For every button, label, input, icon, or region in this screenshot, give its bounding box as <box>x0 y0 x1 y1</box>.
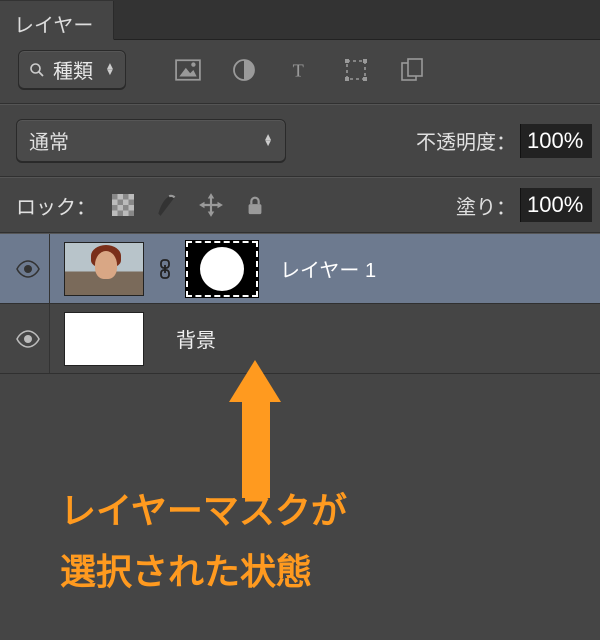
filter-row: 種類 ▲▼ T <box>0 40 600 104</box>
annotation-text: レイヤーマスクが 選択された状態 <box>60 480 560 602</box>
filter-shape-icon[interactable] <box>342 57 370 83</box>
filter-pixel-icon[interactable] <box>174 57 202 83</box>
filter-type-dropdown[interactable]: 種類 ▲▼ <box>18 50 126 89</box>
layer-row[interactable]: レイヤー 1 <box>0 234 600 304</box>
lock-position-icon[interactable] <box>198 192 224 218</box>
fill-block: 塗り： 100% <box>456 188 592 222</box>
lock-transparency-icon[interactable] <box>110 192 136 218</box>
filter-type-label: 種類 <box>53 55 93 84</box>
visibility-toggle[interactable] <box>6 304 50 373</box>
annotation: レイヤーマスクが 選択された状態 <box>60 480 560 602</box>
blend-mode-dropdown[interactable]: 通常 ▲▼ <box>16 119 286 162</box>
opacity-block: 不透明度： 100% <box>416 124 592 158</box>
opacity-value-input[interactable]: 100% <box>520 124 592 158</box>
filter-smartobject-icon[interactable] <box>398 57 426 83</box>
tab-layers[interactable]: レイヤー <box>0 1 114 40</box>
annotation-arrow-icon <box>230 360 280 490</box>
search-icon <box>29 62 45 78</box>
layer-content: 背景 <box>50 304 216 373</box>
filter-icon-strip: T <box>174 57 426 83</box>
blend-mode-label: 通常 <box>29 126 69 155</box>
panel-tab-row: レイヤー <box>0 0 600 40</box>
mask-circle-icon <box>200 247 244 291</box>
layer-thumbnail[interactable] <box>64 312 144 366</box>
svg-text:T: T <box>293 60 304 80</box>
lock-icons <box>110 192 268 218</box>
lock-image-icon[interactable] <box>154 192 180 218</box>
dropdown-arrows-icon: ▲▼ <box>263 135 273 147</box>
layer-content: レイヤー 1 <box>50 234 376 303</box>
fill-label[interactable]: 塗り： <box>456 191 516 220</box>
lock-all-icon[interactable] <box>242 192 268 218</box>
blend-row: 通常 ▲▼ 不透明度： 100% <box>0 104 600 177</box>
dropdown-arrows-icon: ▲▼ <box>105 64 115 76</box>
filter-type-text-icon[interactable]: T <box>286 57 314 83</box>
layers-list: レイヤー 1 背景 <box>0 233 600 374</box>
annotation-line1: レイヤーマスクが <box>60 480 560 541</box>
annotation-line2: 選択された状態 <box>60 541 560 602</box>
fill-value-input[interactable]: 100% <box>520 188 592 222</box>
lock-label: ロック： <box>16 191 96 220</box>
layer-name[interactable]: 背景 <box>176 324 216 353</box>
layer-mask-thumbnail[interactable] <box>186 241 258 297</box>
layer-thumbnail[interactable] <box>64 242 144 296</box>
layer-name[interactable]: レイヤー 1 <box>280 254 376 283</box>
opacity-label[interactable]: 不透明度： <box>416 126 516 155</box>
filter-adjustment-icon[interactable] <box>230 57 258 83</box>
layer-row[interactable]: 背景 <box>0 304 600 374</box>
lock-row: ロック： 塗り： 100% <box>0 177 600 233</box>
link-icon[interactable] <box>156 259 174 279</box>
visibility-toggle[interactable] <box>6 234 50 303</box>
